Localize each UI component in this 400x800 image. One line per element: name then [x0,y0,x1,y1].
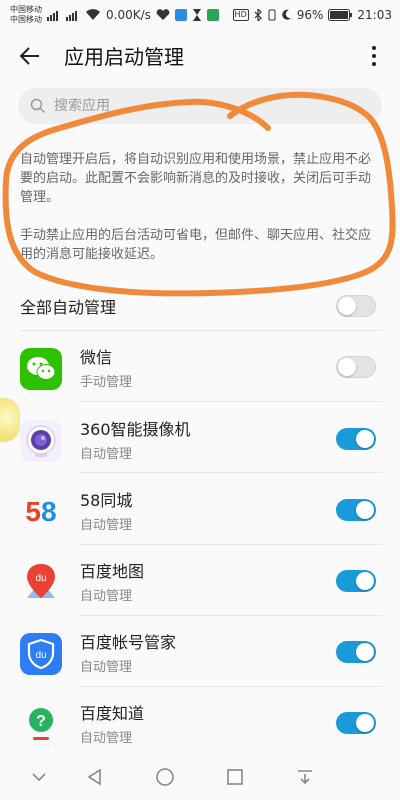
status-right: HD 96% 21:03 [232,8,392,22]
more-dot-icon [372,62,376,66]
app-manage-mode: 手动管理 [80,375,133,390]
search-input[interactable] [54,98,354,114]
app-toggle-baidu-map[interactable] [336,570,376,592]
baidu-map-du-text: du [35,573,46,584]
description-paragraph-1: 自动管理开启后，将自动识别应用和使用场景，禁止应用不必要的启动。此配置不会影响新… [20,152,372,205]
pull-down-icon [298,770,312,785]
divider [80,686,382,687]
app-manage-mode: 自动管理 [80,589,133,604]
app-notification-icon [174,9,187,21]
divider [80,472,382,473]
app-toggle-58[interactable] [336,499,376,521]
app-name: 百度帐号管家 [80,633,177,652]
more-options-button[interactable] [362,40,386,72]
58-logo-icon: 58 [20,491,62,533]
nav-hide-button[interactable] [26,764,52,790]
nav-notification-button[interactable] [292,764,318,790]
search-icon [30,98,46,114]
hourglass-icon [192,9,202,21]
status-bar: 中国移动 中国移动 0.00K/s HD 96% 21:03 [0,0,400,30]
app-name: 360智能摄像机 [80,420,191,439]
search-bar[interactable] [18,88,382,124]
app-header: 应用启动管理 [0,30,400,80]
nav-home-button[interactable] [152,764,178,790]
app-row-baidu-map[interactable]: du 百度地图 自动管理 [0,558,400,608]
divider [80,544,382,545]
more-dot-icon [372,46,376,50]
green-app-icon [206,9,219,21]
bluetooth-icon [254,9,262,21]
nav-back-button[interactable] [82,764,108,790]
58-five-glyph: 5 [25,496,41,527]
divider [20,330,382,331]
app-toggle-wechat[interactable] [336,356,376,378]
divider [80,615,382,616]
wechat-icon [20,348,62,390]
carrier-names: 中国移动 中国移动 [10,5,42,25]
app-toggle-360-camera[interactable] [336,428,376,450]
master-auto-manage-row: 全部自动管理 [0,286,400,326]
health-icon [156,9,170,21]
app-toggle-baidu-zhidao[interactable] [336,712,376,734]
app-name: 百度地图 [80,562,145,581]
moon-icon [281,9,292,21]
more-dot-icon [372,54,376,58]
app-name: 58同城 [80,491,133,510]
app-row-baidu-zhidao[interactable]: ? 百度知道 自动管理 [0,700,400,750]
master-auto-manage-toggle[interactable] [336,295,376,317]
camera-360-icon [20,420,62,462]
battery-percent: 96% [296,8,324,22]
app-manage-mode: 自动管理 [80,731,133,746]
app-row-58[interactable]: 58 58同城 自动管理 [0,487,400,537]
nav-recents-button[interactable] [222,764,248,790]
app-name: 微信 [80,348,113,367]
app-name: 百度知道 [80,704,145,723]
carrier-1: 中国移动 [10,5,42,14]
description-text: 自动管理开启后，将自动识别应用和使用场景，禁止应用不必要的启动。此配置不会影响新… [20,150,382,264]
app-row-baidu-account[interactable]: du 百度帐号管家 自动管理 [0,629,400,679]
description-paragraph-2: 手动禁止应用的后台活动可省电，但邮件、聊天应用、社交应用的消息可能接收延迟。 [20,228,372,262]
clock: 21:03 [357,8,392,22]
triangle-back-icon [87,768,101,786]
battery-icon [328,9,353,21]
app-manage-mode: 自动管理 [80,660,133,675]
signal-icon-2 [66,9,80,21]
app-manage-mode: 自动管理 [80,447,133,462]
baidu-zhidao-icon: ? [20,704,62,746]
baidu-map-icon: du [20,562,62,604]
back-arrow-icon [19,47,39,65]
vibrate-icon [267,9,277,21]
square-recents-icon [227,769,243,785]
page-title: 应用启动管理 [64,45,184,69]
network-speed: 0.00K/s [106,8,151,22]
status-left: 中国移动 中国移动 0.00K/s [10,5,219,25]
baidu-account-du-text: du [35,650,46,661]
app-row-360-camera[interactable]: 360智能摄像机 自动管理 [0,416,400,466]
hd-badge: HD [232,9,249,21]
carrier-2: 中国移动 [10,15,42,24]
58-eight-glyph: 8 [41,496,57,527]
signal-icon-1 [47,9,61,21]
wifi-icon [85,9,101,21]
circle-home-icon [156,768,174,786]
chevron-down-icon [32,773,46,782]
baidu-account-icon: du [20,633,62,675]
app-manage-mode: 自动管理 [80,518,133,533]
zhidao-question-text: ? [36,713,46,730]
divider [80,401,382,402]
app-toggle-baidu-account[interactable] [336,641,376,663]
master-auto-manage-label: 全部自动管理 [20,298,117,317]
navigation-bar [0,752,400,800]
back-button[interactable] [14,40,46,72]
app-row-wechat[interactable]: 微信 手动管理 [0,344,400,394]
